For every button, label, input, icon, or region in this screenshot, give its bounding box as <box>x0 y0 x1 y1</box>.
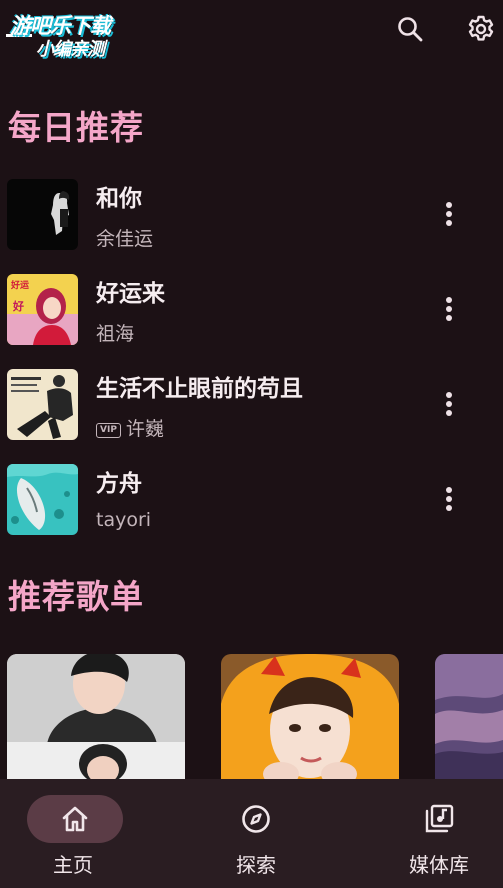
album-cover: 好运 好 <box>7 274 78 345</box>
song-artist: VIP 许巍 <box>96 414 164 441</box>
compass-icon <box>240 803 272 835</box>
song-row[interactable]: 方舟 tayori <box>0 464 503 546</box>
settings-gear-icon[interactable] <box>466 14 496 44</box>
logo-text-line2: 小编亲测 <box>36 39 105 60</box>
song-row[interactable]: 好运 好 好运来 祖海 <box>0 274 503 356</box>
playlist-card[interactable] <box>221 654 399 784</box>
playlist-card[interactable] <box>7 654 185 784</box>
more-options-icon[interactable] <box>437 197 461 231</box>
song-title: 生活不止眼前的苟且 <box>96 376 303 402</box>
more-options-icon[interactable] <box>437 292 461 326</box>
song-title: 好运来 <box>96 281 165 307</box>
home-icon <box>59 803 91 835</box>
album-cover <box>7 179 78 250</box>
nav-label: 探索 <box>236 853 276 877</box>
song-artist: 祖海 <box>96 323 135 345</box>
nav-label: 媒体库 <box>409 853 469 877</box>
song-row[interactable]: 生活不止眼前的苟且 VIP 许巍 <box>0 369 503 451</box>
nav-item-home[interactable]: 主页 <box>0 779 150 888</box>
top-bar: 游吧乐下载 小编亲测 <box>0 0 503 64</box>
svg-text:好运: 好运 <box>10 279 30 291</box>
song-artist-name: 许巍 <box>125 418 164 440</box>
more-options-icon[interactable] <box>437 387 461 421</box>
nav-label: 主页 <box>53 853 93 877</box>
svg-text:好: 好 <box>12 299 24 313</box>
song-title: 方舟 <box>96 471 142 497</box>
recommend-playlist-title: 推荐歌单 <box>8 577 144 616</box>
library-music-icon <box>423 803 455 835</box>
song-row[interactable]: 和你 余佳运 <box>0 179 503 261</box>
song-artist: 余佳运 <box>96 228 154 250</box>
nav-item-explore[interactable]: 探索 <box>181 779 331 888</box>
song-artist: tayori <box>96 509 152 531</box>
nav-item-library[interactable]: 媒体库 <box>362 779 503 888</box>
watermark-logo: 游吧乐下载 小编亲测 <box>6 10 152 62</box>
song-title: 和你 <box>96 186 142 212</box>
more-options-icon[interactable] <box>437 482 461 516</box>
vip-badge: VIP <box>96 423 121 438</box>
playlist-card[interactable] <box>435 654 503 784</box>
daily-recommend-title: 每日推荐 <box>8 108 144 147</box>
search-icon[interactable] <box>395 14 425 44</box>
album-cover <box>7 369 78 440</box>
album-cover <box>7 464 78 535</box>
bottom-navigation: 主页 探索 媒体库 <box>0 779 503 888</box>
